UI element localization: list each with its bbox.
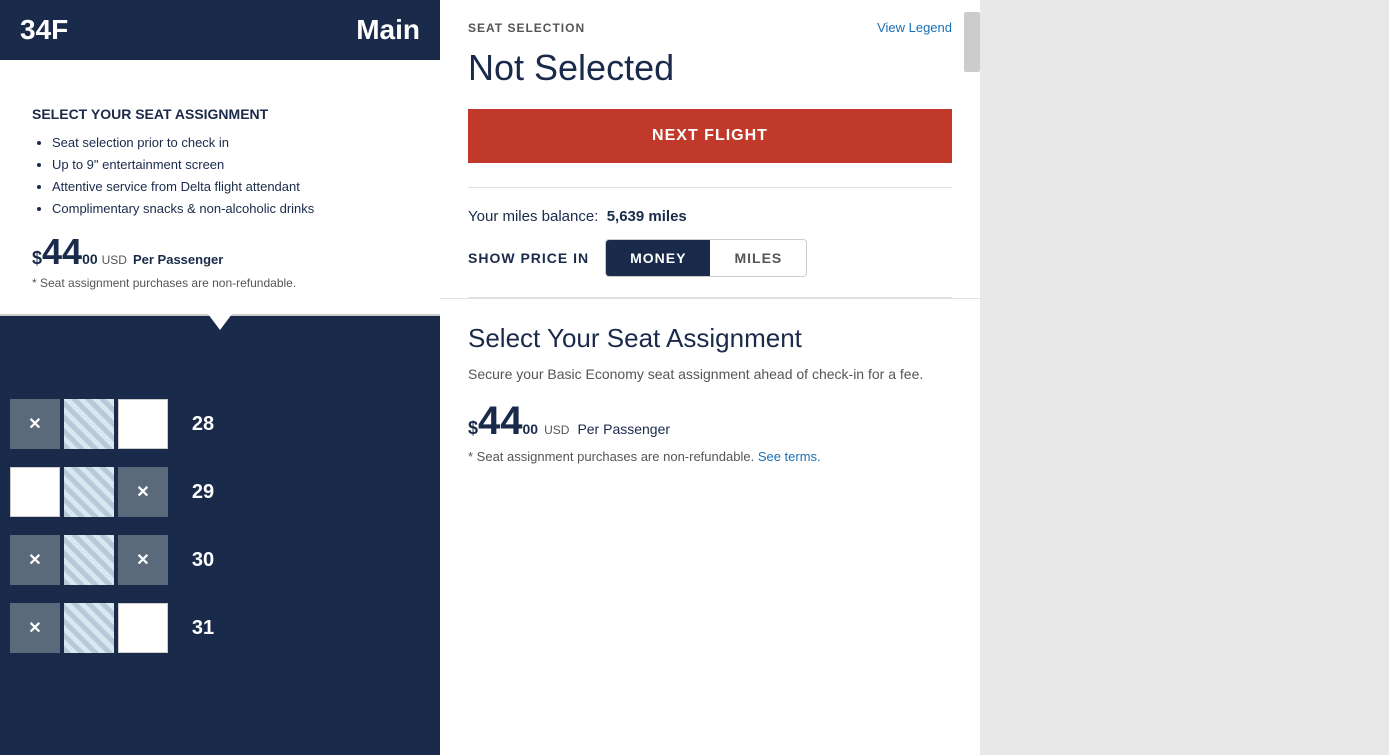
ap-main: 44 (478, 401, 523, 441)
seat-cell[interactable] (64, 399, 114, 449)
seat-map-panel: 34F Main SELECT YOUR SEAT ASSIGNMENT Sea… (0, 0, 440, 755)
not-selected-title: Not Selected (440, 35, 980, 109)
tooltip-title: SELECT YOUR SEAT ASSIGNMENT (32, 106, 408, 122)
price-usd: USD (102, 253, 127, 267)
price-dollar-sign: $ (32, 248, 42, 269)
miles-toggle-button[interactable]: MILES (710, 240, 806, 276)
row-number: 31 (186, 617, 220, 640)
assignment-disclaimer: * Seat assignment purchases are non-refu… (468, 449, 952, 464)
row-number: 29 (186, 481, 220, 504)
tooltip-arrow (208, 314, 232, 330)
feature-3: Attentive service from Delta flight atte… (52, 176, 408, 198)
table-row: ✕ ✕ 30 (0, 526, 440, 594)
price-per-passenger: Per Passenger (133, 252, 223, 267)
seat-cell[interactable]: ✕ (10, 399, 60, 449)
seat-assignment-section: Select Your Seat Assignment Secure your … (440, 298, 980, 488)
seat-selection-header: SEAT SELECTION View Legend (440, 0, 980, 35)
table-row: ✕ 29 (0, 458, 440, 526)
seat-group-left: ✕ (8, 465, 170, 519)
money-toggle-button[interactable]: MONEY (606, 240, 710, 276)
tooltip-header: 34F Main (0, 0, 440, 60)
miles-balance: Your miles balance: 5,639 miles (468, 208, 952, 225)
disclaimer-text: * Seat assignment purchases are non-refu… (468, 449, 754, 464)
seat-group-left: ✕ (8, 601, 170, 655)
seat-rows-container: ✕ 28 ✕ 29 ✕ ✕ (0, 390, 440, 662)
view-legend-link[interactable]: View Legend (877, 20, 952, 35)
row-number: 30 (186, 549, 220, 572)
seat-cell[interactable]: ✕ (10, 603, 60, 653)
seat-tooltip: 34F Main SELECT YOUR SEAT ASSIGNMENT Sea… (0, 0, 440, 316)
seat-cell[interactable] (64, 467, 114, 517)
seat-selection-label: SEAT SELECTION (468, 21, 585, 35)
miles-section: Your miles balance: 5,639 miles SHOW PRI… (440, 188, 980, 297)
seat-cell[interactable]: ✕ (10, 535, 60, 585)
tooltip-disclaimer: * Seat assignment purchases are non-refu… (32, 276, 408, 290)
price-main: 44 (42, 234, 82, 270)
price-cents: 00 (82, 251, 98, 267)
seat-cell[interactable] (118, 399, 168, 449)
see-terms-link[interactable]: See terms. (758, 449, 821, 464)
table-row: ✕ 31 (0, 594, 440, 662)
tooltip-features: Seat selection prior to check in Up to 9… (32, 132, 408, 220)
tooltip-price: $ 44 00 USD Per Passenger (32, 234, 408, 270)
selected-seat-class: Main (356, 14, 420, 46)
miles-balance-label: Your miles balance: (468, 208, 598, 225)
seat-cell[interactable]: ✕ (118, 467, 168, 517)
seat-group-left: ✕ ✕ (8, 533, 170, 587)
selected-seat-id: 34F (20, 14, 68, 46)
toggle-group: MONEY MILES (605, 239, 807, 277)
seat-cell[interactable] (118, 603, 168, 653)
seat-cell[interactable] (64, 603, 114, 653)
ap-dollar: $ (468, 418, 478, 439)
assignment-desc: Secure your Basic Economy seat assignmen… (468, 364, 952, 385)
feature-2: Up to 9" entertainment screen (52, 154, 408, 176)
scroll-indicator[interactable] (964, 12, 980, 72)
feature-1: Seat selection prior to check in (52, 132, 408, 154)
seat-cell[interactable] (10, 467, 60, 517)
assignment-price: $ 44 00 USD Per Passenger (468, 401, 952, 441)
miles-amount: 5,639 miles (607, 208, 687, 225)
next-flight-button[interactable]: NEXT FLIGHT (468, 109, 952, 163)
assignment-title: Select Your Seat Assignment (468, 323, 952, 354)
table-row: ✕ 28 (0, 390, 440, 458)
show-price-label: SHOW PRICE IN (468, 250, 589, 266)
seat-cell[interactable] (64, 535, 114, 585)
row-number: 28 (186, 413, 220, 436)
right-panel: SEAT SELECTION View Legend Not Selected … (440, 0, 980, 755)
seat-cell[interactable]: ✕ (118, 535, 168, 585)
price-toggle: SHOW PRICE IN MONEY MILES (468, 239, 952, 277)
feature-4: Complimentary snacks & non-alcoholic dri… (52, 198, 408, 220)
tooltip-body: SELECT YOUR SEAT ASSIGNMENT Seat selecti… (24, 90, 416, 290)
ap-per: Per Passenger (577, 421, 670, 437)
seat-group-left: ✕ (8, 397, 170, 451)
ap-cents: 00 (523, 421, 539, 437)
ap-usd: USD (544, 423, 569, 437)
